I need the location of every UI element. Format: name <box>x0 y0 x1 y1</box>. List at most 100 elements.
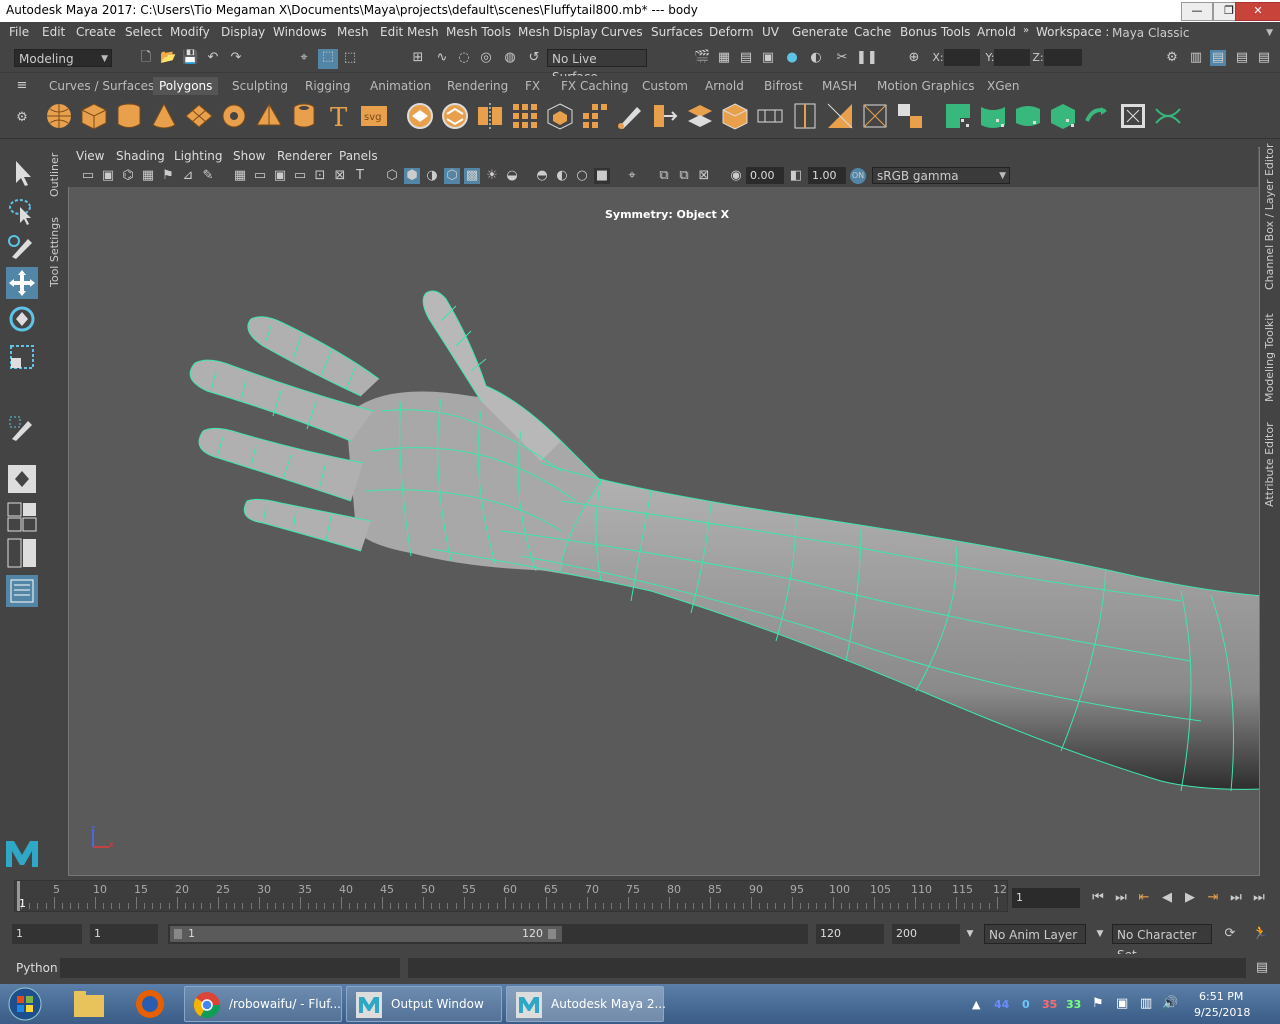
menu-create[interactable]: Create <box>76 25 116 39</box>
outliner-layout-icon[interactable] <box>6 575 38 607</box>
menu-mesh-display[interactable]: Mesh Display <box>518 25 598 39</box>
x-field[interactable] <box>944 49 980 66</box>
bookmarks-icon[interactable]: ⌬ <box>120 168 136 184</box>
four-view-layout-icon[interactable] <box>6 501 38 533</box>
select-hierarchy-icon[interactable]: ⌖ <box>296 50 312 66</box>
shelf-menu-icon[interactable]: ≡ <box>14 78 30 94</box>
smooth-icon[interactable] <box>510 101 540 131</box>
clock-date[interactable]: 9/25/2018 <box>1194 1006 1250 1019</box>
symmetry-icon[interactable]: ↺ <box>526 50 542 66</box>
poly-pyramid-icon[interactable] <box>254 101 284 131</box>
channel-box-icon[interactable]: ▤ <box>1210 50 1226 66</box>
step-forward-key-icon[interactable]: ⏭ <box>1228 890 1244 906</box>
uv-planar-icon[interactable] <box>943 101 973 131</box>
merge-icon[interactable] <box>895 101 925 131</box>
wireframe-icon[interactable]: ⬡ <box>384 168 400 184</box>
script-editor-icon[interactable]: ▤ <box>1254 960 1270 976</box>
menu-edit[interactable]: Edit <box>42 25 65 39</box>
clock-time[interactable]: 6:51 PM <box>1199 990 1243 1003</box>
menu-bonus-tools[interactable]: Bonus Tools <box>900 25 970 39</box>
xray-components-icon[interactable]: ⊠ <box>696 168 712 184</box>
two-view-layout-icon[interactable] <box>6 537 38 569</box>
menu-generate[interactable]: Generate <box>792 25 848 39</box>
animation-end-field[interactable]: 200 <box>892 924 960 944</box>
combine-icon[interactable] <box>405 101 435 131</box>
menu-surfaces[interactable]: Surfaces <box>651 25 703 39</box>
wireframe-on-shaded-icon[interactable]: ⬡ <box>444 168 460 184</box>
attribute-editor-tab[interactable]: Attribute Editor <box>1263 422 1276 507</box>
image-plane-icon[interactable]: ▦ <box>140 168 156 184</box>
poly-torus-icon[interactable] <box>219 101 249 131</box>
grid-icon[interactable]: ▦ <box>232 168 248 184</box>
2d-pan-zoom-icon[interactable]: ⊿ <box>180 168 196 184</box>
select-component-icon[interactable]: ⬚ <box>342 50 358 66</box>
isolate-select-icon[interactable]: ⌖ <box>624 168 640 184</box>
depth-of-field-icon[interactable]: ■ <box>594 168 610 184</box>
select-object-icon[interactable]: ⬚ <box>318 49 338 69</box>
color-space-dropdown[interactable]: sRGB gamma ▼ <box>872 167 1010 184</box>
poly-sphere-icon[interactable] <box>44 101 74 131</box>
uv-cut-sew-icon[interactable] <box>1153 101 1183 131</box>
uv-spherical-icon[interactable] <box>1013 101 1043 131</box>
menu-file[interactable]: File <box>9 25 29 39</box>
undo-icon[interactable]: ↶ <box>205 50 221 66</box>
shelf-tab-sculpting[interactable]: Sculpting <box>232 79 288 93</box>
render-view-icon[interactable]: ▦ <box>716 50 732 66</box>
snap-grid-icon[interactable]: ⊞ <box>410 50 426 66</box>
target-weld-icon[interactable] <box>860 101 890 131</box>
resolution-gate-icon[interactable]: ▣ <box>272 168 288 184</box>
screen-space-ao-icon[interactable]: ◓ <box>534 168 550 184</box>
viewport-menu-lighting[interactable]: Lighting <box>174 149 223 163</box>
viewport-menu-shading[interactable]: Shading <box>116 149 165 163</box>
play-backwards-icon[interactable]: ◀ <box>1159 890 1175 906</box>
cmd-language-label[interactable]: Python <box>16 961 58 975</box>
uv-unfold-icon[interactable] <box>1083 101 1113 131</box>
redo-icon[interactable]: ↷ <box>228 50 244 66</box>
default-material-icon[interactable]: ◑ <box>424 168 440 184</box>
mirror-icon[interactable] <box>475 101 505 131</box>
snap-surface-icon[interactable]: ◍ <box>502 50 518 66</box>
append-polygon-icon[interactable] <box>755 101 785 131</box>
poly-cylinder-icon[interactable] <box>114 101 144 131</box>
render-frame-icon[interactable]: ▣ <box>760 50 776 66</box>
range-handle-left[interactable] <box>174 929 182 939</box>
attribute-editor-icon[interactable]: ▤ <box>1234 50 1250 66</box>
safe-title-icon[interactable]: T <box>352 168 368 184</box>
animation-start-field[interactable]: 1 <box>12 924 82 944</box>
snap-view-plane-icon[interactable]: ◎ <box>478 50 494 66</box>
uv-cylindrical-icon[interactable] <box>978 101 1008 131</box>
exposure-field[interactable]: 0.00 <box>746 167 784 184</box>
shelf-tab-rigging[interactable]: Rigging <box>305 79 350 93</box>
animation-preferences-icon[interactable]: 🏃 <box>1252 926 1268 942</box>
menu-windows[interactable]: Windows <box>273 25 327 39</box>
move-tool-icon[interactable] <box>6 267 38 299</box>
shelf-tab-custom[interactable]: Custom <box>642 79 688 93</box>
gamma-field[interactable]: 1.00 <box>808 167 846 184</box>
live-surface-field[interactable]: No Live Surface <box>547 49 647 84</box>
step-back-key-icon[interactable]: ⏭ <box>1113 890 1129 906</box>
workspace-dropdown[interactable]: Maya Classic ▼ <box>1108 24 1276 42</box>
menu-mesh[interactable]: Mesh <box>337 25 369 39</box>
y-field[interactable] <box>994 49 1030 66</box>
textured-icon[interactable]: ▩ <box>464 168 480 184</box>
chevron-down-icon[interactable]: ▼ <box>1092 926 1108 942</box>
reduce-icon[interactable] <box>545 101 575 131</box>
shelf-tab-fx-caching[interactable]: FX Caching <box>561 79 628 93</box>
go-to-end-icon[interactable]: ⏭ <box>1251 890 1267 906</box>
viewport-menu-panels[interactable]: Panels <box>339 149 378 163</box>
grease-pencil-icon[interactable]: ✎ <box>200 168 216 184</box>
range-handle-right[interactable] <box>548 929 556 939</box>
single-perspective-layout-icon[interactable] <box>6 463 38 495</box>
save-scene-icon[interactable]: 💾 <box>182 50 198 66</box>
menu-edit-mesh[interactable]: Edit Mesh <box>380 25 439 39</box>
outliner-tab[interactable]: Outliner <box>48 153 61 197</box>
motion-blur-icon[interactable]: ◐ <box>554 168 570 184</box>
file-explorer-icon[interactable] <box>72 989 106 1019</box>
open-scene-icon[interactable]: 📂 <box>160 50 176 66</box>
go-to-start-icon[interactable]: ⏮ <box>1090 890 1106 906</box>
tool-settings-tab[interactable]: Tool Settings <box>48 217 61 287</box>
multisample-aa-icon[interactable]: ○ <box>574 168 590 184</box>
pause-icon[interactable]: ❚❚ <box>856 50 878 66</box>
shelf-tab-polygons[interactable]: Polygons <box>153 77 219 95</box>
shelf-tab-rendering[interactable]: Rendering <box>447 79 508 93</box>
